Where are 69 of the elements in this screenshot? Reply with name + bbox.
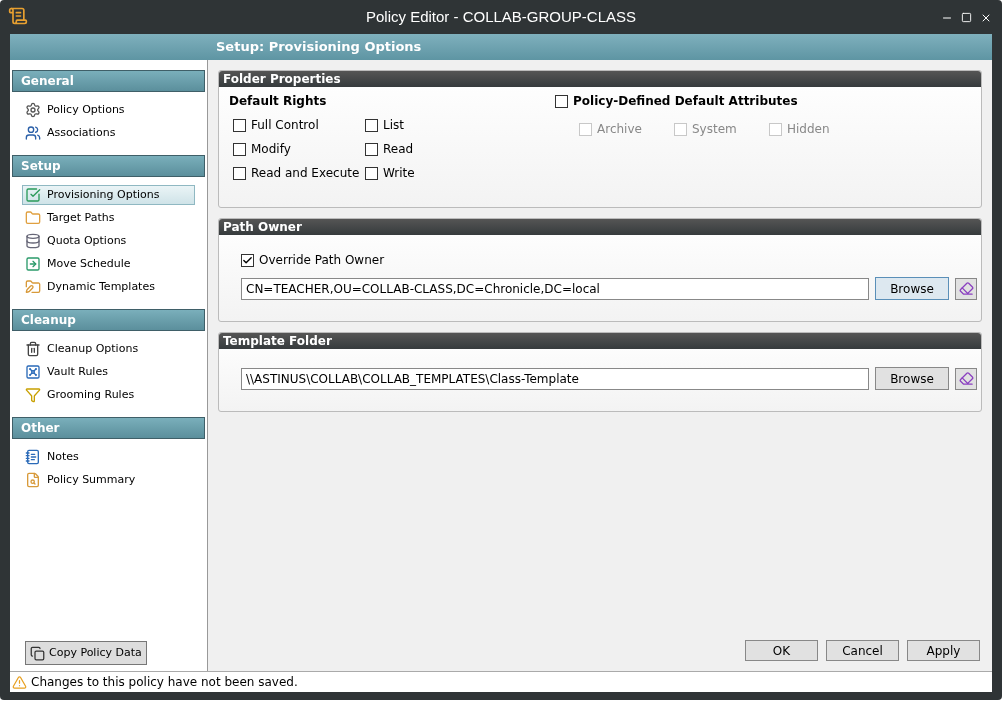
sidebar-item[interactable]: Target Paths (22, 208, 195, 228)
folder-icon (25, 210, 41, 226)
sidebar-item[interactable]: Move Schedule (22, 254, 195, 274)
sidebar-item[interactable]: Dynamic Templates (22, 277, 195, 297)
close-icon[interactable] (980, 12, 992, 24)
trash-icon (25, 341, 41, 357)
checkbox[interactable] (365, 166, 378, 180)
folder-pen-icon (25, 279, 41, 295)
eraser-icon (958, 371, 974, 386)
checkbox[interactable] (365, 118, 378, 132)
warning-icon (12, 674, 27, 690)
checkbox-label: Full Control (251, 117, 319, 134)
checkbox-icon (25, 187, 41, 203)
copy-icon (30, 645, 45, 661)
window-title: Policy Editor - COLLAB-GROUP-CLASS (365, 6, 637, 27)
sidebar-section-header: General (12, 70, 205, 92)
dialog-button[interactable]: Apply (907, 640, 980, 661)
document-search-icon (25, 472, 41, 488)
gear-icon (25, 102, 41, 118)
browse-button[interactable]: Browse (875, 367, 949, 390)
sidebar-item[interactable]: Policy Summary (22, 470, 195, 490)
notepad-icon (25, 449, 41, 465)
checkbox-label: System (692, 121, 737, 138)
checkbox-label: Archive (597, 121, 642, 138)
page-header: Setup: Provisioning Options (10, 34, 992, 60)
browse-button[interactable]: Browse (875, 277, 949, 300)
sidebar-section-header: Other (12, 417, 205, 439)
status-text: Changes to this policy have not been saved. (31, 674, 298, 691)
people-icon (25, 125, 41, 141)
sidebar-item[interactable]: Associations (22, 123, 195, 143)
sidebar-item[interactable]: Policy Options (22, 100, 195, 120)
checkbox[interactable] (241, 253, 254, 267)
dialog-button[interactable]: Cancel (826, 640, 899, 661)
sidebar-section-header: Setup (12, 155, 205, 177)
checkbox[interactable] (365, 142, 378, 156)
checkbox-label: Read (383, 141, 414, 158)
funnel-icon (25, 387, 41, 403)
database-icon (25, 233, 41, 249)
maximize-icon[interactable] (961, 12, 972, 23)
checkbox-label: Read and Execute (251, 165, 360, 182)
checkbox-label: Hidden (787, 121, 830, 138)
checkbox-label: Override Path Owner (259, 252, 385, 269)
checkbox-label: Modify (251, 141, 291, 158)
section-label: Default Rights (229, 93, 328, 110)
sidebar-item[interactable]: Cleanup Options (22, 339, 195, 359)
copy-policy-data-button[interactable]: Copy Policy Data (25, 641, 147, 665)
template-folder-field[interactable]: \\ASTINUS\COLLAB\COLLAB_TEMPLATES\Class-Template (241, 367, 869, 390)
sidebar-section-header: Cleanup (12, 309, 205, 331)
sidebar-item[interactable]: Grooming Rules (22, 385, 195, 405)
scroll-logo-icon (8, 6, 28, 26)
checkbox-label: List (383, 117, 404, 134)
sidebar-item[interactable]: Provisioning Options (22, 185, 195, 205)
dialog-button[interactable]: OK (745, 640, 818, 661)
checkbox[interactable] (233, 142, 246, 156)
clear-button[interactable] (955, 277, 977, 300)
sidebar-item[interactable]: Notes (22, 447, 195, 467)
path-owner-field[interactable]: CN=TEACHER,OU=COLLAB-CLASS,DC=Chronicle,DC=local (241, 277, 869, 300)
sidebar-item[interactable]: Vault Rules (22, 362, 195, 382)
panel-title: Folder Properties (219, 71, 981, 87)
panel-title: Path Owner (219, 219, 981, 235)
eraser-icon (958, 281, 974, 296)
clear-button[interactable] (955, 367, 977, 390)
checkbox-label: Write (383, 165, 415, 182)
checkbox-label: Policy-Defined Default Attributes (573, 93, 798, 110)
sidebar-item[interactable]: Quota Options (22, 231, 195, 251)
checkbox[interactable] (233, 118, 246, 132)
checkbox[interactable] (233, 166, 246, 180)
checkbox[interactable] (555, 94, 568, 108)
panel-title: Template Folder (219, 333, 981, 349)
